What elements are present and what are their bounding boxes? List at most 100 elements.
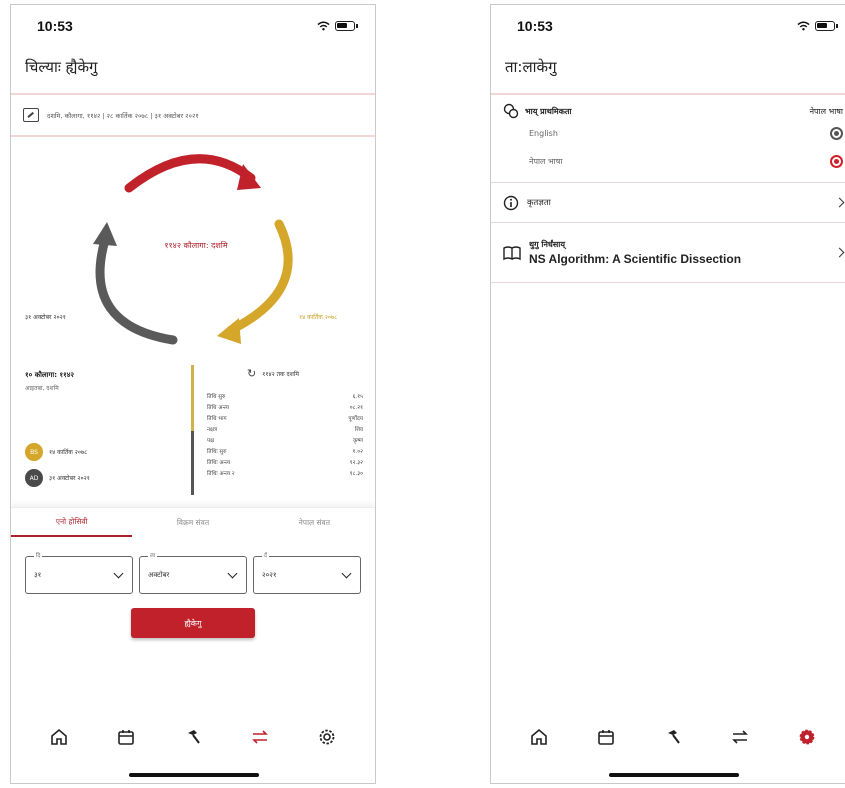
info-row: तिथि सुरु ६.१५ — [207, 392, 363, 403]
cycle-right-label: १४ कार्तिक २०७८ — [299, 314, 338, 321]
status-bar: 10:53 — [11, 5, 375, 47]
chevron-right-icon — [834, 247, 845, 258]
tab-nepal-samvat[interactable]: नेपाल संवत — [254, 510, 375, 536]
language-section: भाय् प्राथमिकता नेपाल भाषा English नेपाल… — [491, 97, 845, 183]
info-value: १२.३२ — [349, 460, 363, 466]
info-row: पक्ष कृष्ण — [207, 436, 363, 447]
legend-label: ३१ अक्टोबर २०२१ — [49, 475, 90, 482]
battery-icon — [815, 21, 838, 31]
calendar-tabs: एनो होसिवी विक्रम संवत नेपाल संवत — [11, 508, 375, 538]
radio-button-selected[interactable] — [830, 155, 843, 168]
algorithm-text: थुगु निर्धंसाय् NS Algorithm: A Scientif… — [529, 239, 741, 266]
date-strip-text: दशमि, कौलागा, ११४२ | २८ कार्तिक २०७८ | ३… — [47, 111, 199, 120]
year-select[interactable]: दँ २०२१ — [253, 551, 361, 594]
status-icons — [797, 21, 838, 31]
swap-icon[interactable] — [249, 726, 271, 748]
language-option-nepal-bhasa[interactable]: नेपाल भाषा — [529, 155, 843, 168]
info-value: कृष्ण — [353, 438, 363, 444]
calendar-icon[interactable] — [115, 726, 137, 748]
info-value: ०८.२१ — [349, 405, 363, 411]
ad-badge: AD — [25, 469, 43, 487]
divider — [11, 135, 375, 137]
detail-subtitle: आइतबा, दशमि — [25, 385, 59, 392]
swap-icon[interactable] — [729, 726, 751, 748]
date-strip[interactable]: दशमि, कौलागा, ११४२ | २८ कार्तिक २०७८ | ३… — [11, 101, 375, 129]
chevron-right-icon — [834, 197, 845, 208]
bs-badge: BS — [25, 443, 43, 461]
bottom-tabbar — [491, 717, 845, 757]
battery-icon — [335, 21, 358, 31]
tab-vikram-samvat[interactable]: विक्रम संवत — [132, 510, 253, 536]
language-header: भाय् प्राथमिकता नेपाल भाषा — [503, 103, 843, 119]
home-icon[interactable] — [48, 726, 70, 748]
day-select[interactable]: दि ३१ — [25, 551, 133, 594]
info-key: तिथिः अन्त्य २ — [207, 471, 235, 477]
select-label: ला — [148, 551, 158, 559]
info-row: तिथिः अन्त्य २ १८.३० — [207, 469, 363, 480]
translate-icon — [503, 103, 519, 119]
language-option-label: English — [529, 129, 558, 138]
info-row: तिथि अन्त्य ०८.२१ — [207, 403, 363, 414]
cycle-arrows — [93, 154, 293, 345]
cycle-left-label: ३१ अक्टोबर २०२१ — [25, 314, 66, 321]
select-value: २०२१ — [262, 570, 277, 579]
month-select[interactable]: ला अक्टोबर — [139, 551, 247, 594]
info-value: ६.१५ — [352, 394, 363, 400]
algorithm-title: थुगु निर्धंसाय् — [529, 240, 565, 249]
info-key: तिथि भाग — [207, 416, 227, 422]
select-label: दँ — [262, 551, 269, 559]
chevron-down-icon — [227, 568, 238, 579]
select-value: ३१ — [34, 570, 42, 579]
gear-icon[interactable] — [796, 726, 818, 748]
language-heading: भाय् प्राथमिकता — [525, 106, 572, 116]
date-detail: १० कौलागा: ११४२ आइतबा, दशमि BS १४ कार्ति… — [11, 365, 375, 505]
chevron-down-icon — [341, 568, 352, 579]
gray-arc — [95, 235, 178, 345]
cycle-center-label: ११४२ कौलागा: दशमि — [164, 241, 228, 250]
refresh-label: ११४२ तक दशमि — [262, 370, 299, 378]
info-key: पक्ष — [207, 438, 215, 444]
hammer-icon[interactable] — [182, 726, 204, 748]
detail-left-column: १० कौलागा: ११४२ आइतबा, दशमि — [25, 371, 185, 392]
calendar-edit-icon[interactable] — [23, 108, 39, 122]
info-value: १.०२ — [352, 449, 363, 455]
info-row: नक्षत्र शिव — [207, 425, 363, 436]
chevron-down-icon — [113, 568, 124, 579]
legend-ad: AD ३१ अक्टोबर २०२१ — [25, 469, 90, 487]
language-option-english[interactable]: English — [529, 127, 843, 140]
settings-screen: 10:53 ता:लाकेगु भाय् प्राथमिकता नेपाल भा… — [490, 4, 845, 784]
gold-bar — [191, 365, 194, 431]
radio-button[interactable] — [830, 127, 843, 140]
info-row: तिथिः सुरु १.०२ — [207, 447, 363, 458]
status-bar: 10:53 — [491, 5, 845, 47]
gear-icon[interactable] — [316, 726, 338, 748]
bottom-tabbar — [11, 717, 375, 757]
info-key: नक्षत्र — [207, 427, 218, 433]
info-key: तिथिः सुरु — [207, 449, 227, 455]
acknowledgement-label: कृतज्ञता — [527, 198, 551, 208]
settings-list: भाय् प्राथमिकता नेपाल भाषा English नेपाल… — [491, 97, 845, 283]
home-indicator — [609, 773, 739, 777]
info-key: तिथि अन्त्य — [207, 405, 229, 411]
select-value: अक्टोबर — [148, 570, 170, 579]
detail-right-column: ↻ ११४२ तक दशमि तिथि सुरु ६.१५ तिथि अन्त्य… — [207, 367, 363, 480]
current-language: नेपाल भाषा — [809, 106, 843, 116]
gray-arrowhead — [93, 222, 117, 246]
home-icon[interactable] — [528, 726, 550, 748]
book-icon — [503, 245, 521, 260]
select-label: दि — [34, 551, 43, 559]
divider — [491, 93, 845, 95]
divider — [11, 93, 375, 95]
refresh-icon[interactable]: ↻ — [247, 367, 256, 380]
gold-arrowhead — [217, 318, 241, 344]
status-time: 10:53 — [37, 18, 73, 34]
algorithm-row[interactable]: थुगु निर्धंसाय् NS Algorithm: A Scientif… — [491, 223, 845, 283]
tab-gregorian[interactable]: एनो होसिवी — [11, 509, 133, 537]
refresh-row[interactable]: ↻ ११४२ तक दशमि — [207, 367, 363, 380]
hammer-icon[interactable] — [662, 726, 684, 748]
calendar-icon[interactable] — [595, 726, 617, 748]
page-title: चिल्याः ह्यैकेगु — [25, 58, 98, 76]
convert-button[interactable]: ह्यैकेगु — [131, 608, 255, 638]
info-value: शिव — [354, 427, 363, 433]
acknowledgement-row[interactable]: कृतज्ञता — [491, 183, 845, 223]
